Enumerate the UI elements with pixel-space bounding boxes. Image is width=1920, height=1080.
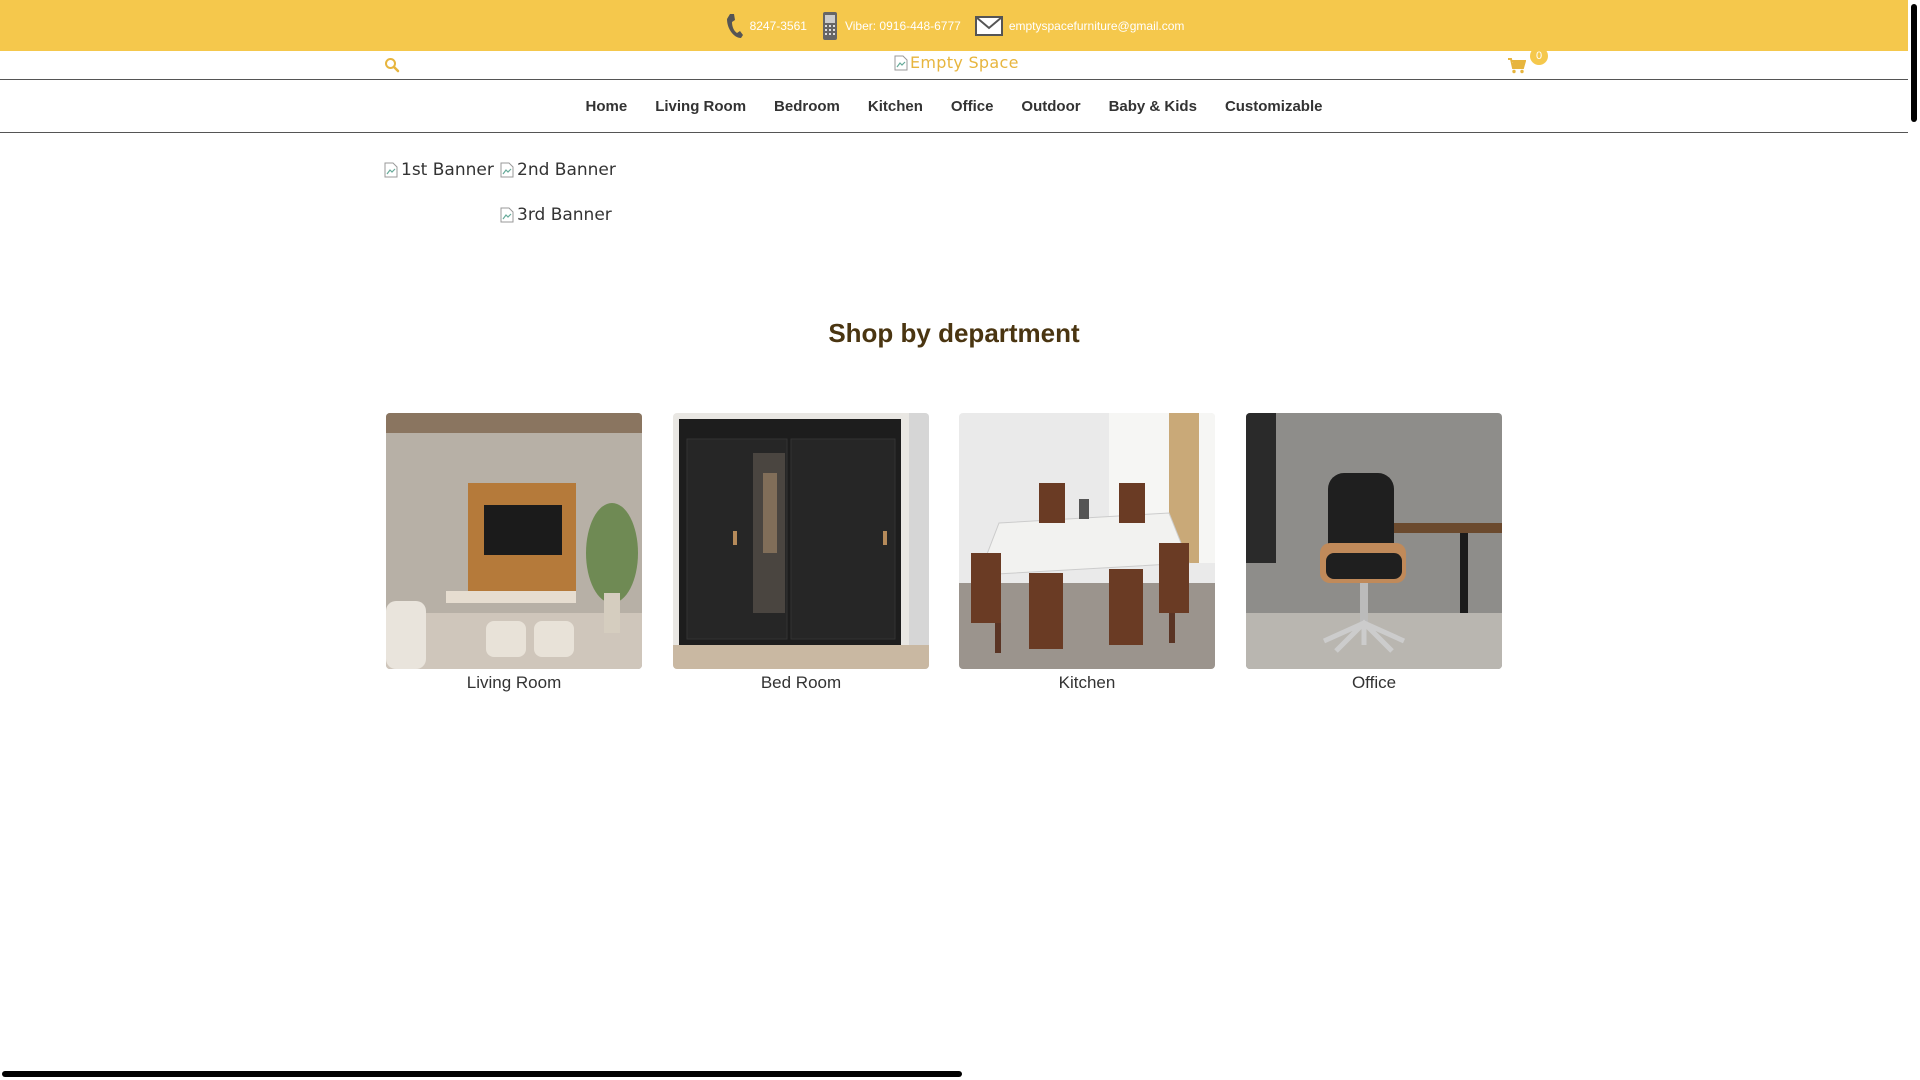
broken-image-icon [384, 162, 398, 178]
dept-bedroom[interactable]: Bed Room [673, 413, 929, 693]
dept-label: Kitchen [1058, 673, 1116, 692]
cart-button[interactable]: 0 [1508, 47, 1548, 77]
banner-3[interactable]: 3rd Banner [500, 205, 612, 225]
viber-contact[interactable]: Viber: 0916-448-6777 [821, 11, 961, 41]
mobile-phone-icon [822, 11, 837, 40]
horizontal-scrollbar[interactable] [0, 1068, 1908, 1080]
section-title: Shop by department [828, 318, 1080, 348]
living-room-photo [386, 413, 642, 669]
nav-bedroom[interactable]: Bedroom [774, 98, 840, 115]
nav-kitchen[interactable]: Kitchen [868, 98, 923, 115]
contact-bar: 8247-3561 Viber: 0916-448-6777 emptyspac… [0, 0, 1908, 51]
dept-label: Bed Room [760, 673, 842, 692]
nav-office[interactable]: Office [951, 98, 994, 115]
nav-home[interactable]: Home [586, 98, 628, 115]
phone-number: 8247-3561 [749, 18, 807, 33]
dept-label: Living Room [466, 673, 562, 692]
vertical-scroll-thumb[interactable] [1911, 4, 1917, 122]
dept-label: Office [1351, 673, 1397, 692]
nav-living-room[interactable]: Living Room [655, 98, 746, 115]
banner-alt-text: 1st Banner [401, 160, 494, 180]
site-logo[interactable]: Empty Space [894, 53, 1019, 72]
broken-image-icon [500, 162, 514, 178]
banner-alt-text: 3rd Banner [517, 205, 612, 225]
header: Empty Space 0 [0, 47, 1908, 80]
main-nav: Home Living Room Bedroom Kitchen Office … [0, 80, 1908, 133]
dept-office[interactable]: Office [1246, 413, 1502, 693]
dept-kitchen[interactable]: Kitchen [959, 413, 1215, 693]
bedroom-wardrobe-photo [673, 413, 929, 669]
vertical-scrollbar[interactable] [1908, 0, 1920, 1080]
office-chair-photo [1246, 413, 1502, 669]
search-icon[interactable] [384, 57, 400, 73]
phone-contact[interactable]: 8247-3561 [724, 12, 807, 40]
banner-alt-text: 2nd Banner [517, 160, 616, 180]
horizontal-scroll-thumb[interactable] [2, 1071, 962, 1077]
email-contact[interactable]: emptyspacefurniture@gmail.com [974, 15, 1185, 36]
nav-customizable[interactable]: Customizable [1225, 98, 1323, 115]
email-address: emptyspacefurniture@gmail.com [1008, 18, 1185, 33]
nav-outdoor[interactable]: Outdoor [1021, 98, 1080, 115]
viber-number: Viber: 0916-448-6777 [844, 18, 961, 33]
broken-image-icon [500, 207, 514, 223]
phone-icon [726, 13, 743, 38]
envelope-icon [974, 15, 1003, 36]
logo-alt-text: Empty Space [910, 53, 1019, 72]
banner-2[interactable]: 2nd Banner [500, 160, 616, 180]
banner-1[interactable]: 1st Banner [384, 160, 494, 180]
shopping-cart-icon [1508, 58, 1526, 74]
dept-living-room[interactable]: Living Room [386, 413, 642, 693]
broken-image-icon [894, 55, 908, 71]
cart-count-badge: 0 [1530, 47, 1548, 65]
dining-set-photo [959, 413, 1215, 669]
nav-baby-kids[interactable]: Baby & Kids [1109, 98, 1197, 115]
